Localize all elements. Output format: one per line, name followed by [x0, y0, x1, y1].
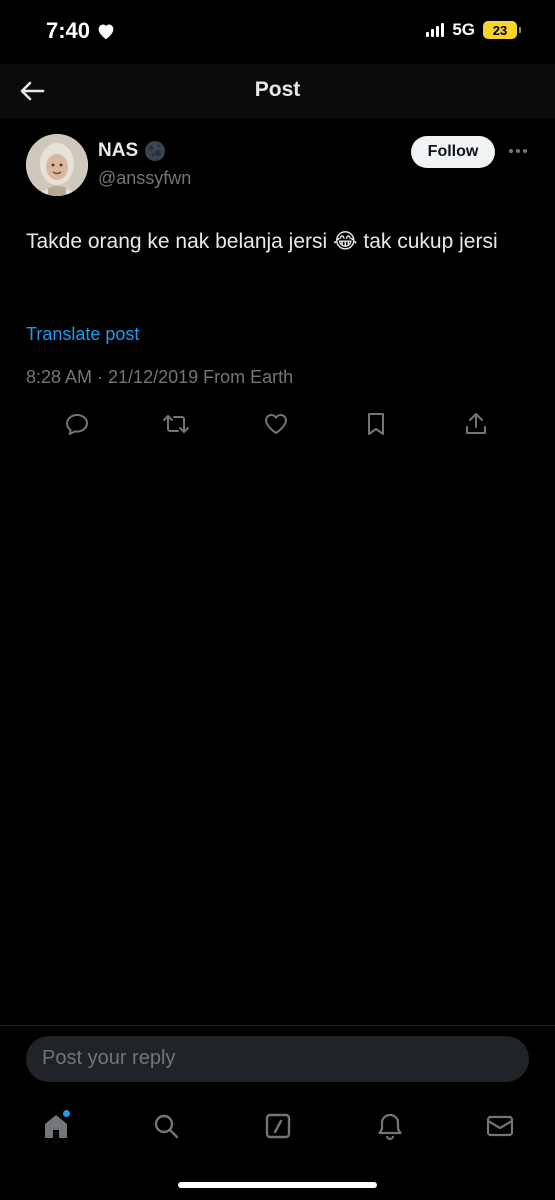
- avatar[interactable]: [26, 134, 88, 196]
- notifications-icon: [378, 1113, 402, 1141]
- tab-search[interactable]: [146, 1106, 186, 1146]
- repost-icon: [163, 415, 189, 433]
- tab-messages[interactable]: [480, 1106, 520, 1146]
- page-title: Post: [254, 78, 301, 101]
- signal-icon: [426, 23, 445, 37]
- like-icon: [265, 414, 287, 434]
- share-button[interactable]: [458, 406, 494, 442]
- repost-button[interactable]: [158, 406, 194, 442]
- reply-button[interactable]: [59, 406, 95, 442]
- post-actions: [0, 406, 555, 442]
- post-text: Takde orang ke nak belanja jersi 😂 tak c…: [26, 230, 498, 253]
- status-bar: 7:40 5G 23: [0, 0, 555, 64]
- moon-emoji-icon: [145, 141, 166, 161]
- top-nav: Post: [0, 64, 555, 118]
- tab-notifications[interactable]: [370, 1106, 410, 1146]
- follow-button[interactable]: Follow: [411, 136, 495, 168]
- battery-icon: 23: [483, 21, 521, 39]
- tab-compose[interactable]: [258, 1106, 298, 1146]
- author-handle[interactable]: @anssyfwn: [98, 168, 191, 189]
- bottom-tab-bar: [0, 1100, 555, 1150]
- avatar-image: [26, 134, 88, 196]
- reply-icon: [66, 414, 88, 435]
- reply-input[interactable]: Post your reply: [26, 1036, 529, 1082]
- home-indicator[interactable]: [178, 1182, 377, 1188]
- status-indicators: 5G 23: [426, 20, 521, 40]
- reply-divider: [0, 1025, 555, 1026]
- post-timestamp: 8:28 AM · 21/12/2019 From Earth: [26, 367, 294, 387]
- status-time: 7:40: [46, 18, 91, 43]
- like-button[interactable]: [258, 406, 294, 442]
- share-icon: [466, 413, 486, 434]
- messages-icon: [486, 1115, 514, 1137]
- heart-icon: [98, 24, 114, 40]
- author-name-row: NAS: [98, 140, 166, 162]
- tab-home[interactable]: [36, 1106, 76, 1146]
- translate-post-link[interactable]: Translate post: [26, 324, 139, 345]
- network-label: 5G: [452, 20, 475, 39]
- status-time-group: 7:40: [46, 18, 116, 44]
- bookmark-icon: [368, 413, 384, 435]
- search-icon: [154, 1114, 179, 1139]
- battery-level: 23: [492, 22, 508, 38]
- compose-icon: [265, 1113, 291, 1139]
- more-options-button[interactable]: [505, 138, 531, 164]
- bookmark-button[interactable]: [358, 406, 394, 442]
- notification-dot: [63, 1110, 70, 1117]
- author-name[interactable]: NAS: [98, 140, 138, 162]
